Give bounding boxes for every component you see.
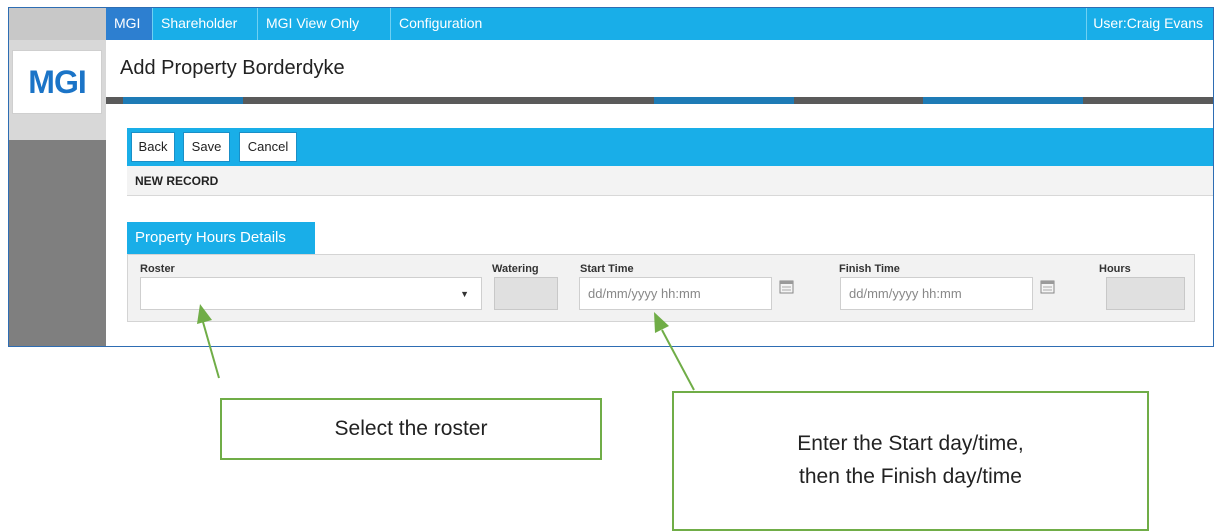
callout-roster-text: Select the roster [334,417,488,440]
start-time-arrow-head [654,312,669,333]
roster-arrow-head [197,304,212,324]
callout-times-line2: then the Finish day/time [799,465,1022,488]
callout-select-roster: Select the roster [220,398,602,460]
roster-arrow [202,321,220,379]
callout-enter-times: Enter the Start day/time, then the Finis… [672,391,1149,531]
callout-times-line1: Enter the Start day/time, [797,432,1024,455]
start-time-arrow [661,329,695,391]
